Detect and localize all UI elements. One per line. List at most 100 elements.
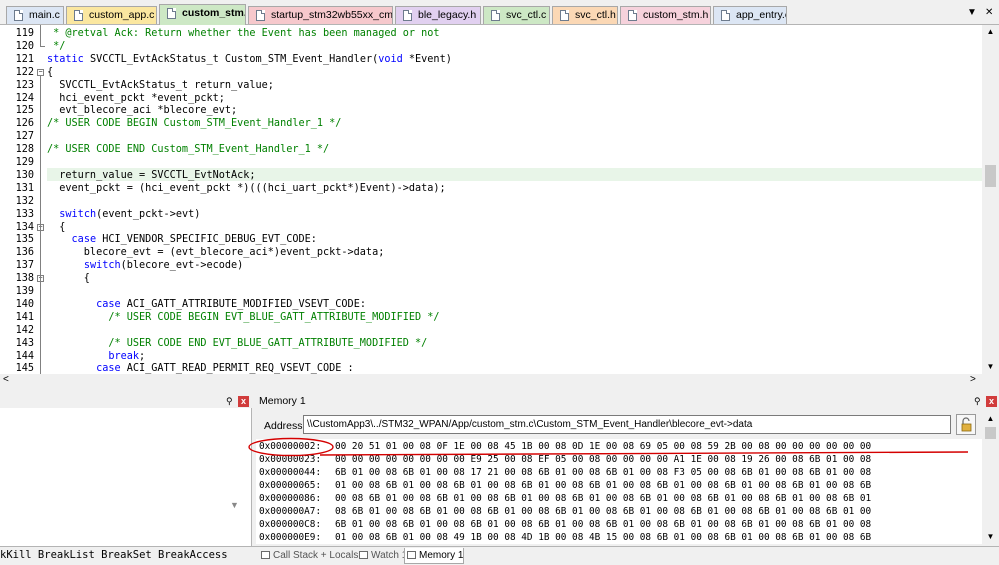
code-line[interactable]: /* USER CODE END Custom_STM_Event_Handle… [47,143,329,156]
memory-bytes: 01 00 08 6B 01 00 08 49 1B 00 08 4D 1B 0… [335,532,872,543]
line-number: 119 [15,28,34,39]
scroll-down-icon[interactable]: ▼ [982,360,999,374]
tab-svc-ctl-c[interactable]: svc_ctl.c [483,6,550,24]
fold-toggle-icon[interactable]: − [37,68,44,76]
code-line[interactable]: evt_blecore_aci *blecore_evt; [47,104,237,117]
code-text-area[interactable]: * @retval Ack: Return whether the Event … [47,25,982,374]
memory-row[interactable]: 0x00000044: 6B 01 00 08 6B 01 00 08 17 21… [259,466,871,479]
code-line[interactable]: SVCCTL_EvtAckStatus_t return_value; [47,79,274,92]
close-tab-icon[interactable]: ✕ [985,7,993,18]
command-text: kKill BreakList BreakSet BreakAccess [0,549,228,561]
memory-row[interactable]: 0x000000E9: 01 00 08 6B 01 00 08 49 1B 00… [259,531,871,544]
scroll-up-icon[interactable]: ▲ [982,412,999,426]
tab-label: svc_ctl.c [506,9,547,21]
line-number: 127 [15,131,34,143]
file-icon [14,10,23,21]
tab-custom-stm-c[interactable]: custom_stm.c [159,4,246,25]
code-line[interactable]: * @retval Ack: Return whether the Event … [47,27,439,40]
bottom-tab-call-stack-locals[interactable]: Call Stack + Locals [259,548,358,564]
file-icon [721,10,730,21]
lock-icon [961,417,972,432]
scroll-down-icon[interactable]: ▼ [230,500,239,510]
memory-bytes: 6B 01 00 08 6B 01 00 08 17 21 00 08 6B 0… [335,467,872,478]
memory-address: 0x00000065: [259,480,322,491]
code-line[interactable]: { [47,66,53,79]
bottom-tab-strip: kKill BreakList BreakSet BreakAccess Cal… [0,546,999,565]
lock-address-button[interactable] [956,414,976,435]
editor-vertical-scrollbar[interactable]: ▲ ▼ [982,25,999,374]
fold-guide-line [40,75,41,374]
code-line[interactable]: /* USER CODE END EVT_BLUE_GATT_ATTRIBUTE… [47,337,427,350]
bottom-tab-memory-1[interactable]: Memory 1 [404,548,464,564]
code-line[interactable]: hci_event_pckt *event_pckt; [47,92,225,105]
tab-main-c[interactable]: main.c [6,6,64,24]
memory-address: 0x00000086: [259,493,322,504]
file-icon [256,10,265,21]
left-panel-header: ⚲ x [0,394,251,408]
fold-end-marker [40,45,45,47]
tab-svc-ctl-h[interactable]: svc_ctl.h [552,6,618,24]
pin-icon[interactable]: ⚲ [974,396,981,407]
code-line[interactable]: switch(event_pckt->evt) [47,208,200,221]
memory-row[interactable]: 0x000000A7: 08 6B 01 00 08 6B 01 00 08 6B… [259,505,871,518]
window-icon [407,551,416,559]
file-icon [403,10,412,21]
tab-label: startup_stm32wb55xx_cm4.s [271,9,393,21]
line-number: 133 [15,208,34,220]
memory-address: 0x000000A7: [259,506,322,517]
code-line[interactable]: { [47,272,90,285]
tab-ble-legacy-h[interactable]: ble_legacy.h [395,6,481,24]
tab-list-dropdown-icon[interactable]: ▼ [967,7,977,18]
editor-horizontal-scrollbar[interactable]: < > [0,374,999,388]
memory-bytes: 01 00 08 6B 01 00 08 6B 01 00 08 6B 01 0… [335,480,872,491]
memory-scroll-thumb[interactable] [985,427,996,439]
code-line[interactable]: case ACI_GATT_ATTRIBUTE_MODIFIED_VSEVT_C… [47,298,366,311]
tab-app-entry-c[interactable]: app_entry.c [713,6,787,24]
file-icon [74,10,83,21]
line-number: 126 [15,118,34,130]
memory-address-bar: Address: \\CustomApp3\../STM32_WPAN/App/… [256,412,982,438]
tab-custom-app-c[interactable]: custom_app.c [66,6,157,24]
code-line[interactable]: switch(blecore_evt->ecode) [47,259,243,272]
tab-label: custom_app.c [89,9,155,21]
code-line[interactable]: case ACI_GATT_READ_PERMIT_REQ_VSEVT_CODE… [47,362,354,374]
memory-row[interactable]: 0x00000065: 01 00 08 6B 01 00 08 6B 01 00… [259,479,871,492]
memory-vertical-scrollbar[interactable]: ▲ ▼ [982,412,999,544]
code-line[interactable]: /* USER CODE BEGIN Custom_STM_Event_Hand… [47,117,341,130]
memory-address-input[interactable]: \\CustomApp3\../STM32_WPAN/App/custom_st… [303,415,951,434]
pin-icon[interactable]: ⚲ [226,396,233,407]
code-editor[interactable]: 119 120 121 122 123 124 125 126 127 128 129 130 131 1… [0,25,999,388]
code-line[interactable]: return_value = SVCCTL_EvtNotAck; [47,169,255,182]
tab-custom-stm-h[interactable]: custom_stm.h [620,6,711,24]
code-line[interactable]: case HCI_VENDOR_SPECIFIC_DEBUG_EVT_CODE: [47,233,317,246]
scroll-right-icon[interactable]: > [970,374,976,385]
file-icon [167,8,176,19]
panel-splitter[interactable] [0,388,999,393]
scroll-up-icon[interactable]: ▲ [982,25,999,39]
memory-bytes: 08 6B 01 00 08 6B 01 00 08 6B 01 00 08 6… [335,506,872,517]
close-icon[interactable]: x [238,396,249,407]
memory-row[interactable]: 0x000000C8: 6B 01 00 08 6B 01 00 08 6B 01… [259,518,871,531]
code-line[interactable]: event_pckt = (hci_event_pckt *)(((hci_ua… [47,182,445,195]
tab-label: main.c [29,9,60,21]
code-line[interactable]: blecore_evt = (evt_blecore_aci*)event_pc… [47,246,385,259]
scroll-down-icon[interactable]: ▼ [982,530,999,544]
code-line[interactable]: break; [47,350,145,363]
memory-row[interactable]: 0x00000086: 00 08 6B 01 00 08 6B 01 00 08… [259,492,871,505]
code-line[interactable]: static SVCCTL_EvtAckStatus_t Custom_STM_… [47,53,452,66]
code-line[interactable]: */ [47,40,65,53]
line-number: 135 [15,234,34,246]
bottom-tab-watch-1[interactable]: Watch 1 [357,548,407,564]
line-number: 134 [15,221,34,233]
code-line[interactable]: { [47,221,65,234]
line-number: 137 [15,260,34,272]
address-label: Address: [264,420,306,432]
editor-scroll-thumb[interactable] [985,165,996,187]
bottom-tab-label: Memory 1 [419,550,464,561]
window-icon [261,551,270,559]
scroll-left-icon[interactable]: < [3,374,9,385]
tab-startup-stm32wb55xx-cm4-s[interactable]: startup_stm32wb55xx_cm4.s [248,6,393,24]
close-icon[interactable]: x [986,396,997,407]
line-number: 138 [15,273,34,285]
code-line[interactable]: /* USER CODE BEGIN EVT_BLUE_GATT_ATTRIBU… [47,311,439,324]
